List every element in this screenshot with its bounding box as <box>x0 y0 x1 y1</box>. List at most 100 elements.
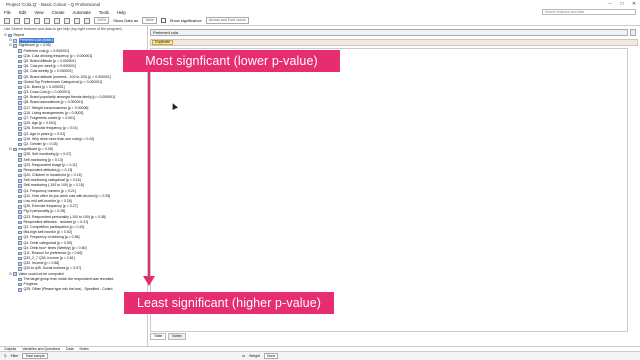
annotation-least-significant: Least significant (higher p-value) <box>124 292 334 314</box>
table-icon <box>18 173 22 178</box>
tab-notes[interactable]: Notes <box>168 333 186 340</box>
table-icon <box>18 168 22 173</box>
menu-help[interactable]: Help <box>117 10 126 15</box>
tab-table[interactable]: Table <box>150 333 167 340</box>
menu-create[interactable]: Create <box>52 10 65 15</box>
significance-checkbox[interactable] <box>160 18 166 23</box>
table-icon <box>18 49 22 53</box>
bold-icon[interactable] <box>54 17 60 24</box>
table-icon <box>18 189 22 193</box>
table-icon <box>18 205 22 209</box>
table-icon <box>18 90 22 95</box>
minimize-icon[interactable]: – <box>604 1 616 9</box>
filter-icon: ⚲ <box>4 354 7 358</box>
cut-icon[interactable] <box>24 17 30 24</box>
folder-icon <box>13 44 17 48</box>
undo-icon[interactable] <box>4 17 10 24</box>
table-icon <box>18 179 22 183</box>
expand-icon[interactable] <box>630 29 636 36</box>
table-icon <box>18 137 22 142</box>
table-icon <box>18 142 22 147</box>
table-icon <box>18 85 22 90</box>
underline-icon[interactable] <box>74 17 80 24</box>
table-icon <box>18 241 22 245</box>
show-data-as-label: Show Data as <box>113 18 139 23</box>
table-icon <box>18 101 22 105</box>
table-icon <box>18 184 22 188</box>
show-significance-label: Show significance <box>169 18 202 23</box>
annotation-arrow-line <box>148 72 150 279</box>
table-icon <box>18 127 22 131</box>
weight-select[interactable]: None <box>264 353 279 359</box>
table-icon <box>18 153 22 157</box>
folder-icon <box>8 33 12 38</box>
menu-file[interactable]: File <box>4 10 11 15</box>
help-tip: Use Search features and data to get help… <box>4 27 122 31</box>
table-icon <box>18 64 22 69</box>
copy-icon[interactable] <box>34 17 40 24</box>
table-icon <box>18 80 22 85</box>
table-icon <box>18 163 22 168</box>
italic-icon[interactable] <box>64 17 70 24</box>
folder-icon <box>13 147 17 152</box>
paste-icon[interactable] <box>44 17 50 24</box>
table-icon <box>18 246 22 251</box>
zoom-select[interactable]: 100% <box>94 17 110 24</box>
table-icon <box>18 220 22 225</box>
table-icon <box>18 106 22 110</box>
table-icon <box>18 215 22 219</box>
toolbar: 100% Show Data as Table Show significanc… <box>0 16 640 26</box>
table-icon <box>18 122 22 126</box>
output-tabs: Table Notes <box>150 333 186 340</box>
table-icon <box>18 282 22 287</box>
table-icon <box>18 267 22 271</box>
status-bar: ⚲ Filter Total sample ⚖ Weight None <box>0 351 640 360</box>
table-icon <box>18 277 22 282</box>
window-title: Project 'Cola.Q' - Basic Colour - Q Prof… <box>6 2 101 7</box>
table-icon <box>18 111 22 116</box>
show-data-as-select[interactable]: Table <box>142 17 157 24</box>
table-icon <box>18 70 22 74</box>
table-icon <box>18 256 22 261</box>
report-title-bar: Preferred cola <box>150 29 628 36</box>
table-icon <box>18 230 22 235</box>
table-icon <box>18 54 22 59</box>
close-icon[interactable]: ✕ <box>628 1 640 9</box>
table-icon <box>18 116 22 121</box>
maximize-icon[interactable]: □ <box>616 1 628 9</box>
annotation-most-significant: Most signficant (lower p-value) <box>123 50 340 72</box>
table-icon <box>18 199 22 204</box>
annotation-arrow-head-icon <box>143 276 155 286</box>
table-icon <box>18 75 22 79</box>
folder-icon <box>13 39 17 43</box>
filter-label: Filter <box>10 354 19 358</box>
duplicate-button[interactable]: Duplicate <box>152 40 173 45</box>
table-icon <box>18 225 22 230</box>
table-icon <box>18 288 22 292</box>
redo-icon[interactable] <box>14 17 20 24</box>
weight-label: Weight <box>249 354 260 358</box>
menu-edit[interactable]: Edit <box>19 10 26 15</box>
table-icon <box>18 194 22 199</box>
folder-icon <box>13 272 17 276</box>
weight-icon: ⚖ <box>242 354 246 358</box>
filter-select[interactable]: Total sample <box>22 353 49 359</box>
window-controls: – □ ✕ <box>604 1 640 9</box>
menu-view[interactable]: View <box>34 10 43 15</box>
tree-item-label: Q25. Other (Please type into the box) - … <box>23 287 113 292</box>
table-icon <box>18 210 22 214</box>
menu-tools[interactable]: Tools <box>99 10 109 15</box>
table-icon <box>18 251 22 256</box>
table-icon <box>18 96 22 100</box>
significance-select[interactable]: Arrows and Font colors <box>205 17 249 24</box>
menu-automate[interactable]: Automate <box>73 10 91 15</box>
table-icon <box>18 158 22 162</box>
table-icon <box>18 262 22 266</box>
title-bar: Project 'Cola.Q' - Basic Colour - Q Prof… <box>0 0 640 9</box>
warning-bar <box>150 39 638 46</box>
decimal-icon[interactable] <box>84 17 90 24</box>
table-icon <box>18 59 22 64</box>
table-icon <box>18 236 22 240</box>
search-input[interactable]: Search features and data <box>542 9 636 15</box>
output-area[interactable] <box>150 48 628 332</box>
